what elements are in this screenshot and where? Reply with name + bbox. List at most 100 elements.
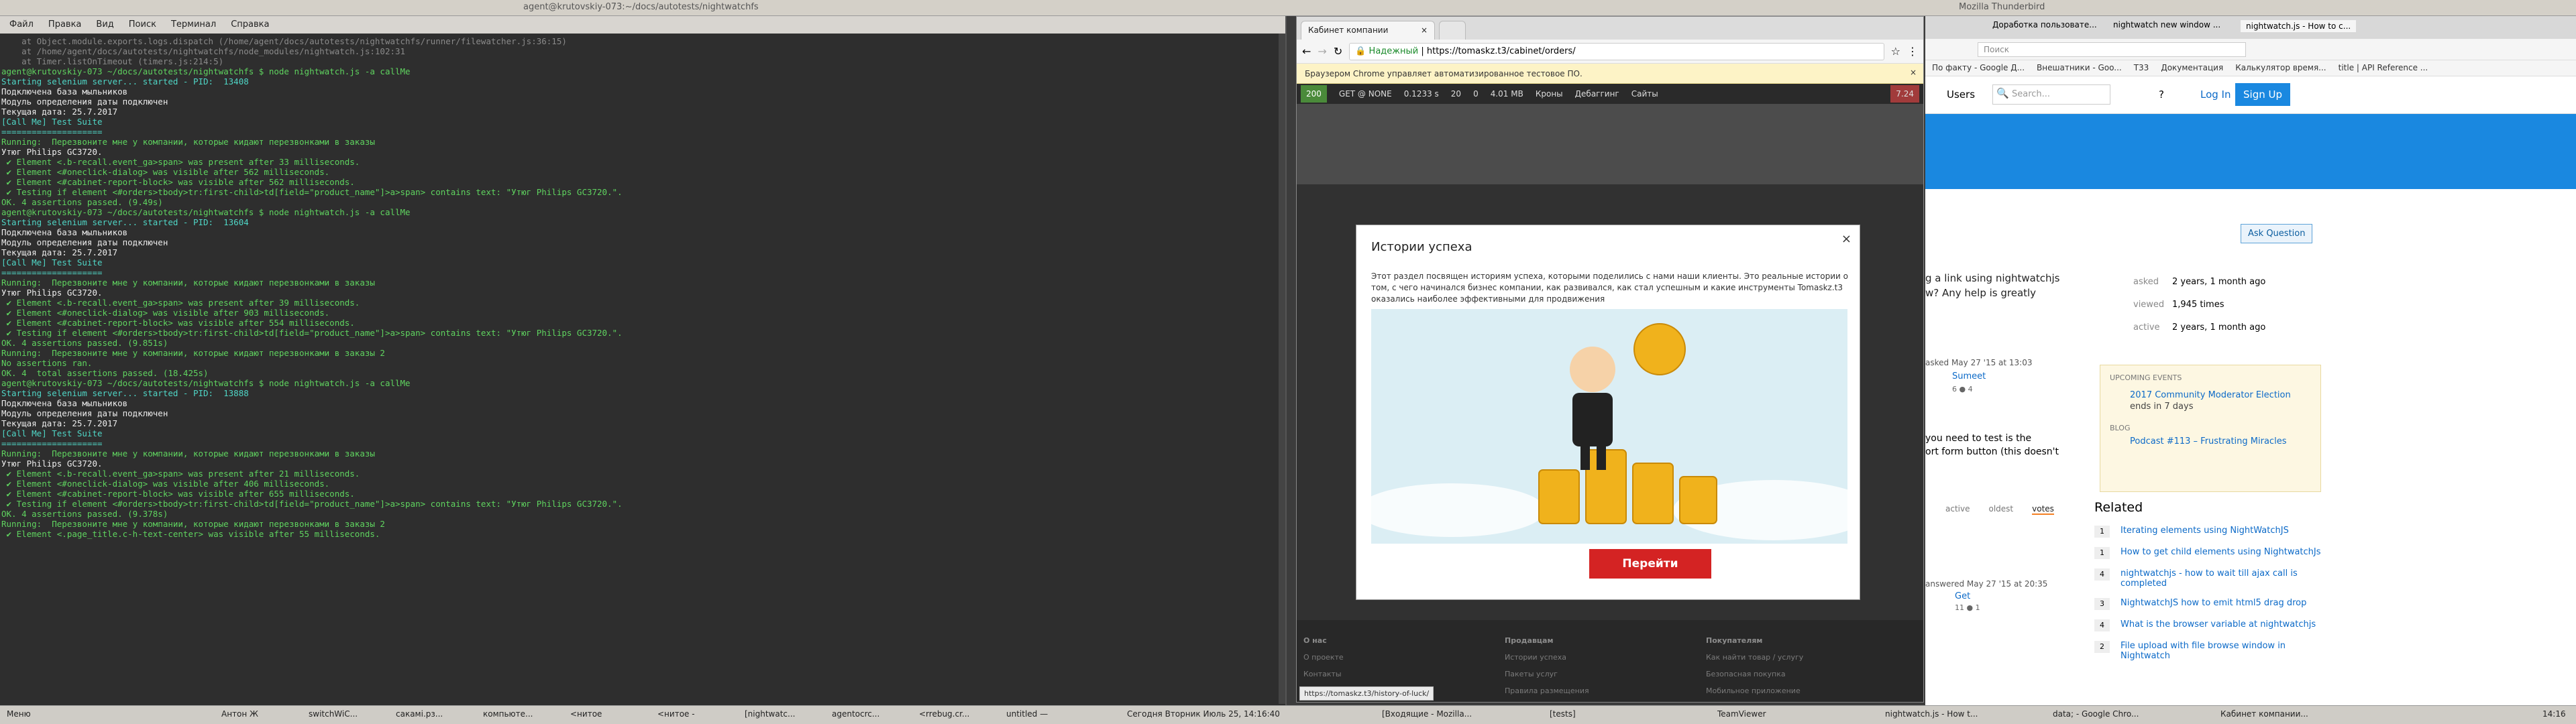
user-link[interactable]: Sumeet xyxy=(1952,371,1986,381)
related-item[interactable]: 1 How to get child elements using Nightwa… xyxy=(2094,547,2322,559)
so-search-input[interactable]: Search... xyxy=(1992,84,2110,105)
tab-nightwatch-howto[interactable]: nightwatch.js - How to c... xyxy=(2241,20,2357,32)
related-item[interactable]: 4 What is the browser variable at nightwa… xyxy=(2094,619,2322,631)
taskbar-window-button[interactable]: [tests] xyxy=(1550,709,1576,719)
url-field[interactable]: 🔒 Надежный | https://tomaskz.t3/cabinet/… xyxy=(1349,42,1884,60)
bookmark-item[interactable]: По факту - Google Д... xyxy=(1932,63,2025,73)
bookmark-item[interactable]: title | API Reference ... xyxy=(2339,63,2428,73)
success-stories-modal: Истории успеха × Этот раздел посвящен ис… xyxy=(1356,225,1860,600)
new-tab-button[interactable] xyxy=(1439,21,1466,40)
related-link[interactable]: NightwatchJS how to emit html5 drag drop xyxy=(2121,598,2306,610)
blog-link[interactable]: Podcast #113 – Frustrating Miracles xyxy=(2130,436,2291,446)
menu-help[interactable]: Справка xyxy=(231,19,269,30)
go-button[interactable]: Перейти xyxy=(1589,549,1711,579)
event-link[interactable]: 2017 Community Moderator Election xyxy=(2130,390,2311,400)
terminal-line: agent@krutovskiy-073 ~/docs/autotests/ni… xyxy=(1,66,411,76)
tab-doработка[interactable]: Доработка пользовате... xyxy=(1992,20,2097,29)
taskbar-window-button[interactable]: nightwatch.js - How t... xyxy=(1885,709,1978,719)
terminal-line: Подключена база мыльников xyxy=(1,227,128,237)
taskbar-item[interactable]: <нитое - xyxy=(657,709,695,719)
nav-users[interactable]: Users xyxy=(1947,88,1975,101)
debug-mem[interactable]: 0 xyxy=(1473,89,1479,99)
clock[interactable]: Сегодня Вторник Июль 25, 14:16:40 xyxy=(1127,709,1280,719)
reload-icon[interactable]: ↻ xyxy=(1334,45,1342,58)
menu-edit[interactable]: Правка xyxy=(48,19,81,30)
related-link[interactable]: How to get child elements using Nightwat… xyxy=(2121,547,2321,559)
thunderbird-window-title: Mozilla Thunderbird xyxy=(1959,2,2045,12)
terminal-output[interactable]: at Object.module.exports.logs.dispatch (… xyxy=(0,34,1285,701)
terminal-line: Running: Перезвоните мне у компании, кот… xyxy=(1,448,375,459)
debug-sites[interactable]: Сайты xyxy=(1631,89,1658,99)
related-link[interactable]: Iterating elements using NightWatchJS xyxy=(2121,526,2289,538)
start-menu-button[interactable]: Меню xyxy=(7,709,31,719)
debug-time[interactable]: 0.1233 s xyxy=(1404,89,1439,99)
terminal-line: Текущая дата: 25.7.2017 xyxy=(1,418,118,428)
menu-view[interactable]: Вид xyxy=(96,19,113,30)
tab-active[interactable]: active xyxy=(1945,504,1970,515)
answer-sort-tabs: active oldest votes xyxy=(1945,504,2054,515)
chrome-window: Кабинет компании × ← → ↻ 🔒 Надежный | ht… xyxy=(1296,16,1924,703)
related-item[interactable]: 2 File upload with file browse window in … xyxy=(2094,641,2322,661)
so-search-bar[interactable]: Поиск xyxy=(1978,42,2246,57)
taskbar-item[interactable]: <rrebug.cr... xyxy=(919,709,969,719)
signup-button[interactable]: Sign Up xyxy=(2235,83,2290,106)
related-item[interactable]: 3 NightwatchJS how to emit html5 drag dro… xyxy=(2094,598,2322,610)
back-icon[interactable]: ← xyxy=(1302,45,1311,58)
so-header: Users Search... 🔍 ? Log In Sign Up xyxy=(1925,76,2576,114)
login-link[interactable]: Log In xyxy=(2200,88,2231,101)
debug-version[interactable]: 7.24 xyxy=(1890,85,1919,103)
taskbar-item[interactable]: cакамi.рз... xyxy=(396,709,443,719)
close-icon[interactable]: × xyxy=(1910,68,1917,77)
taskbar-window-button[interactable]: Кабинет компании... xyxy=(2220,709,2308,719)
terminal-scrollbar[interactable] xyxy=(1279,34,1285,704)
terminal-line: OK. 4 assertions passed. (9.49s) xyxy=(1,197,163,207)
terminal-line: ✔ Testing if element <#orders>tbody>tr:f… xyxy=(1,328,623,338)
terminal-line: at /home/agent/docs/autotests/nightwatch… xyxy=(1,46,406,56)
taskbar-window-button[interactable]: data; - Google Chro... xyxy=(2053,709,2139,719)
taskbar-item[interactable]: Антон Ж xyxy=(221,709,258,719)
user-link[interactable]: Get xyxy=(1955,591,1970,601)
close-icon[interactable]: × xyxy=(1421,25,1428,35)
help-icon[interactable]: ? xyxy=(2159,88,2164,101)
tab-nightwatch-new-window[interactable]: nightwatch new window ... xyxy=(2113,20,2220,29)
terminal-line: OK. 4 assertions passed. (9.851s) xyxy=(1,338,168,348)
taskbar-item[interactable]: <нитое xyxy=(570,709,602,719)
related-link[interactable]: What is the browser variable at nightwat… xyxy=(2121,619,2316,631)
terminal-line: Running: Перезвоните мне у компании, кот… xyxy=(1,137,375,147)
tab-oldest[interactable]: oldest xyxy=(1988,504,2013,515)
taskbar-item[interactable]: agentocrc... xyxy=(832,709,879,719)
taskbar-item[interactable]: switchWiC... xyxy=(309,709,358,719)
debug-request[interactable]: GET @ NONE xyxy=(1339,89,1392,99)
taskbar-window-button[interactable]: [Входящие - Mozilla... xyxy=(1382,709,1472,719)
tab-cabinet[interactable]: Кабинет компании × xyxy=(1301,21,1435,40)
terminal-line: agent@krutovskiy-073 ~/docs/autotests/ni… xyxy=(1,378,411,388)
bookmark-item[interactable]: Документация xyxy=(2161,63,2223,73)
debug-size[interactable]: 4.01 MB xyxy=(1491,89,1523,99)
menu-terminal[interactable]: Терминал xyxy=(171,19,216,30)
bookmark-item[interactable]: Внешатники - Goo... xyxy=(2037,63,2122,73)
related-item[interactable]: 4 nightwatchjs - how to wait till ajax ca… xyxy=(2094,568,2322,589)
debug-db[interactable]: 20 xyxy=(1451,89,1461,99)
debug-debugging[interactable]: Дебаггинг xyxy=(1575,89,1619,99)
taskbar-item[interactable]: [nightwatc... xyxy=(745,709,795,719)
menu-file[interactable]: Файл xyxy=(9,19,34,30)
menu-icon[interactable]: ⋮ xyxy=(1907,45,1918,58)
close-icon[interactable]: × xyxy=(1841,232,1851,246)
taskbar-item[interactable]: компьюте... xyxy=(483,709,533,719)
ask-question-button[interactable]: Ask Question xyxy=(2241,224,2313,243)
terminal-window-title: agent@krutovskiy-073:~/docs/autotests/ni… xyxy=(523,2,759,12)
taskbar-item[interactable]: untitled — xyxy=(1006,709,1048,719)
debug-crons[interactable]: Кроны xyxy=(1536,89,1563,99)
related-link[interactable]: File upload with file browse window in N… xyxy=(2121,641,2322,661)
star-icon[interactable]: ☆ xyxy=(1891,45,1900,58)
stat-value: 2 years, 1 month ago xyxy=(2172,322,2266,333)
bookmark-item[interactable]: T33 xyxy=(2134,63,2149,73)
bookmark-item[interactable]: Калькулятор время... xyxy=(2235,63,2326,73)
terminal-window[interactable]: Файл Правка Вид Поиск Терминал Справка a… xyxy=(0,16,1287,705)
forward-icon[interactable]: → xyxy=(1318,45,1326,58)
taskbar-window-button[interactable]: TeamViewer xyxy=(1717,709,1766,719)
related-link[interactable]: nightwatchjs - how to wait till ajax cal… xyxy=(2121,568,2322,589)
menu-search[interactable]: Поиск xyxy=(129,19,156,30)
related-item[interactable]: 1 Iterating elements using NightWatchJS xyxy=(2094,526,2322,538)
tab-votes[interactable]: votes xyxy=(2032,504,2054,515)
